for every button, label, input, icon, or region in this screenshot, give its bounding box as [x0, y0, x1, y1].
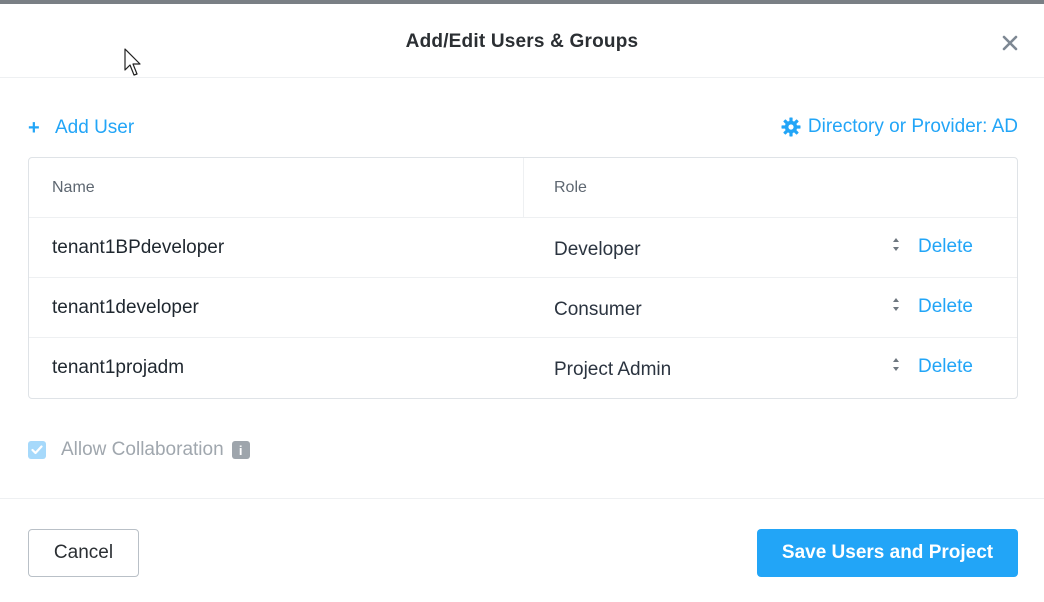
add-user-button[interactable]: + Add User — [28, 116, 134, 140]
column-header-name: Name — [52, 179, 95, 196]
allow-collaboration-label: Allow Collaboration — [61, 439, 224, 460]
user-name: tenant1BPdeveloper — [52, 237, 225, 258]
mouse-pointer-icon — [124, 48, 141, 76]
delete-user-button[interactable]: Delete — [918, 296, 973, 318]
table-row: tenant1BPdeveloper Developer Delete — [29, 218, 1017, 278]
column-divider — [523, 158, 524, 218]
role-select[interactable]: Developer — [554, 239, 641, 261]
close-icon — [1002, 35, 1018, 51]
user-name: tenant1developer — [52, 297, 199, 318]
allow-collaboration-checkbox[interactable] — [28, 441, 46, 459]
table-row: tenant1projadm Project Admin Delete — [29, 338, 1017, 398]
directory-provider-link[interactable]: Directory or Provider: AD — [781, 115, 1018, 139]
allow-collaboration-option: Allow Collaboration i — [28, 439, 250, 461]
add-edit-users-dialog: Add/Edit Users & Groups + Add User Direc… — [0, 4, 1044, 602]
users-table: Name Role tenant1BPdeveloper Developer D… — [28, 157, 1018, 399]
add-user-label: Add User — [55, 117, 135, 138]
user-name: tenant1projadm — [52, 357, 185, 378]
delete-user-button[interactable]: Delete — [918, 356, 973, 378]
info-icon[interactable]: i — [231, 441, 250, 459]
delete-user-button[interactable]: Delete — [918, 236, 973, 258]
dialog-title: Add/Edit Users & Groups — [405, 31, 639, 52]
save-users-and-project-button[interactable]: Save Users and Project — [757, 529, 1018, 577]
role-select[interactable]: Consumer — [554, 299, 642, 321]
role-select[interactable]: Project Admin — [554, 359, 671, 381]
table-row: tenant1developer Consumer Delete — [29, 278, 1017, 338]
plus-icon: + — [28, 117, 40, 139]
sort-arrows-icon[interactable] — [889, 235, 903, 257]
sort-arrows-icon[interactable] — [889, 295, 903, 317]
column-header-role: Role — [554, 179, 587, 196]
dialog-header: Add/Edit Users & Groups — [0, 4, 1044, 78]
footer-divider — [0, 498, 1044, 499]
close-button[interactable] — [998, 31, 1022, 55]
cancel-button[interactable]: Cancel — [28, 529, 139, 577]
sort-arrows-icon[interactable] — [889, 355, 903, 377]
gear-icon — [781, 117, 801, 137]
table-header: Name Role — [29, 158, 1017, 218]
directory-provider-label: Directory or Provider: AD — [807, 116, 1018, 137]
checkmark-icon — [31, 445, 43, 455]
